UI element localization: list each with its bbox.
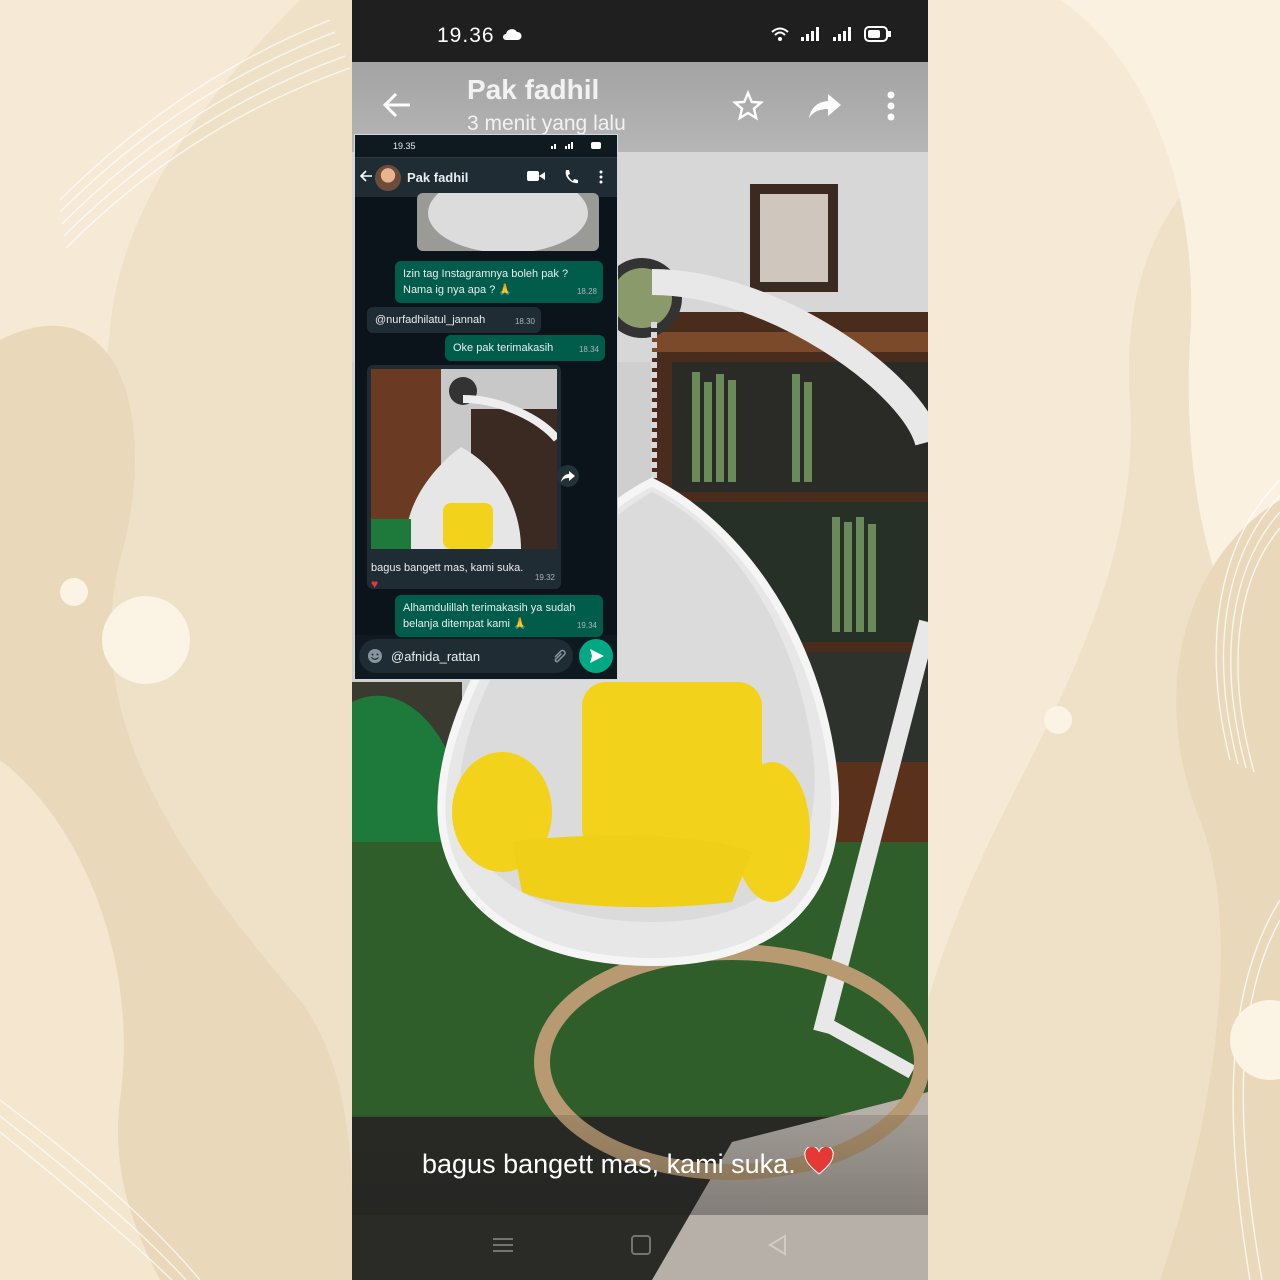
avatar: [375, 165, 401, 191]
home-icon[interactable]: [630, 1234, 652, 1261]
message-text: belanja ditempat kami 🙏: [403, 618, 527, 630]
contact-name: Pak fadhil: [467, 74, 600, 105]
message-bubble: @nurfadhilatul_jannah 18.30: [367, 307, 541, 333]
message-time: 19.34: [576, 621, 597, 630]
battery-icon: [864, 26, 892, 47]
emoji-icon: [367, 648, 383, 667]
wifi-icon: [770, 26, 790, 47]
chat-messages: Izin tag Instagramnya boleh pak ? Nama i…: [355, 193, 617, 637]
message-text: Izin tag Instagramnya boleh pak ?: [403, 268, 569, 280]
message-text: Oke pak terimakasih: [453, 342, 554, 354]
message-text: Nama ig nya apa ? 🙏: [403, 284, 513, 296]
message-bubble: Oke pak terimakasih 18.34: [445, 335, 605, 361]
phone-screen: 19.36 Pak fadhil 3 menit yang lalu 19.35…: [352, 0, 928, 1280]
message-time: 18.34: [578, 345, 599, 354]
chat-status-icons: [551, 141, 603, 152]
phone-icon: [563, 169, 579, 188]
message-time: 18.30: [514, 317, 535, 326]
video-call-icon: [527, 170, 545, 185]
message-input-value: @afnida_rattan: [391, 649, 481, 664]
forward-icon[interactable]: [808, 92, 842, 125]
heart-icon: [804, 1145, 834, 1182]
caption-text: bagus bangett mas, kami suka.: [422, 1149, 796, 1179]
attach-icon: [551, 648, 567, 667]
cloud-icon: [502, 28, 522, 47]
message-time: 18.28: [576, 287, 597, 296]
menu-icon[interactable]: [492, 1234, 514, 1261]
post-time: 3 menit yang lalu: [467, 112, 626, 135]
heart-icon: ♥: [371, 577, 379, 591]
chat-screenshot: 19.35 Pak fadhil Izin tag Instagramnya b…: [354, 134, 618, 680]
more-options-icon: [599, 170, 603, 187]
signal-icon: [832, 26, 854, 47]
message-text: bagus bangett mas, kami suka.: [371, 562, 524, 574]
message-time: 19.32: [534, 573, 555, 582]
chat-status-bar: 19.35: [355, 135, 617, 157]
message-text: @nurfadhilatul_jannah: [375, 314, 486, 326]
chat-header: Pak fadhil: [355, 157, 617, 198]
message-bubble: Izin tag Instagramnya boleh pak ? Nama i…: [395, 261, 603, 303]
chat-status-time: 19.35: [393, 141, 416, 151]
more-options-icon[interactable]: [886, 90, 896, 127]
forward-icon: [557, 465, 579, 487]
status-caption: bagus bangett mas, kami suka.: [352, 1115, 928, 1215]
send-button: [579, 639, 613, 673]
chair-thumbnail: [371, 369, 561, 549]
image-message: bagus bangett mas, kami suka. ♥ 19.32: [367, 365, 561, 591]
message-text: Alhamdulillah terimakasih ya sudah: [403, 602, 576, 614]
signal-icon: [800, 26, 822, 47]
back-icon[interactable]: [766, 1234, 788, 1261]
back-arrow-icon: [359, 169, 373, 186]
image-message: [417, 193, 599, 251]
message-composer: @afnida_rattan: [357, 639, 615, 675]
status-bar: 19.36: [352, 0, 928, 62]
status-time: 19.36: [437, 24, 495, 47]
chat-contact-name: Pak fadhil: [407, 170, 469, 185]
star-icon[interactable]: [731, 89, 765, 127]
navigation-bar: [352, 1218, 928, 1280]
message-bubble: Alhamdulillah terimakasih ya sudah belan…: [395, 595, 603, 637]
back-arrow-icon[interactable]: [380, 88, 414, 127]
